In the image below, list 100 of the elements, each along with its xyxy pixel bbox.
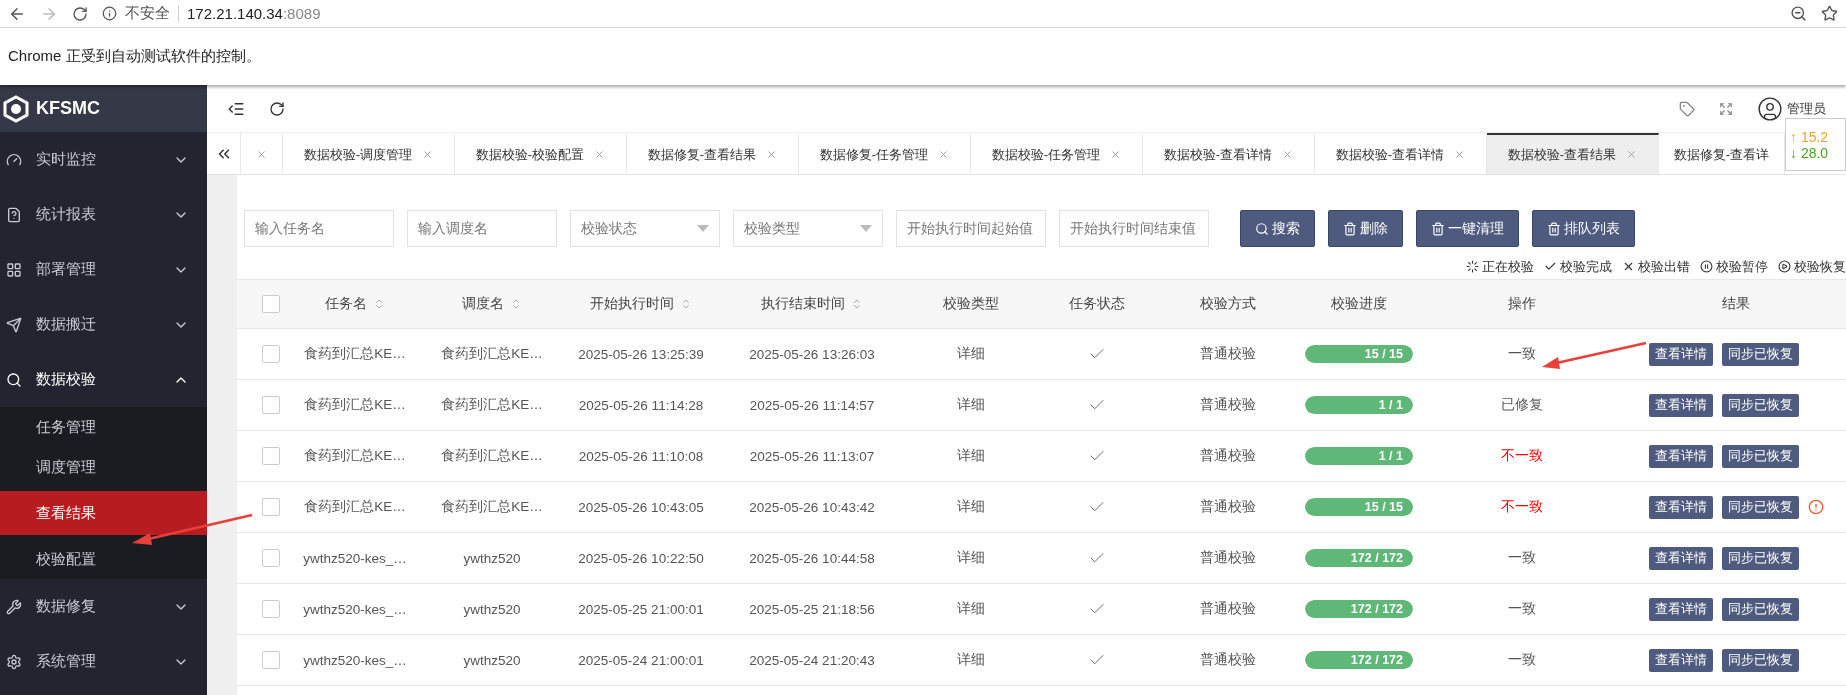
automation-notice: Chrome 正受到自动测试软件的控制。 [0,28,1846,85]
row-button[interactable]: 同步已恢复 [1721,495,1799,519]
info-icon[interactable] [1807,499,1824,515]
row-button[interactable]: 查看详情 [1648,444,1713,468]
sidebar-item[interactable]: 系统管理 [0,634,207,689]
checkbox[interactable] [261,396,280,414]
table-cell-text: 2025-05-24 21:20:43 [748,652,876,668]
input-field[interactable]: 开始执行时间结束值 [1059,210,1209,247]
close-icon[interactable] [1282,149,1294,160]
user-name[interactable]: 管理员 [1787,99,1826,118]
fullscreen-icon[interactable] [1719,101,1733,116]
table-cell-text: 普通校验 [1199,549,1257,567]
sidebar-item[interactable]: 数据校验 [0,352,207,407]
input-field[interactable]: 输入调度名 [407,210,557,247]
row-button[interactable]: 查看详情 [1648,597,1713,621]
checkbox[interactable] [261,295,280,313]
column-header: 校验方式 [1200,295,1256,313]
table-cell-text: ywthz520 [462,601,522,617]
sort-icon[interactable] [373,298,385,310]
table-cell-text: 普通校验 [1199,651,1257,669]
close-icon[interactable] [1454,149,1466,160]
close-icon[interactable] [766,149,778,160]
close-icon[interactable] [938,149,950,160]
close-icon[interactable] [1626,149,1638,160]
sort-icon[interactable] [510,298,522,310]
sidebar-item[interactable]: 实时监控 [0,132,207,187]
checkbox[interactable] [261,345,280,363]
reload-icon[interactable] [72,5,88,22]
table-cell-text: 详细 [956,447,986,465]
column-header: 任务状态 [1069,295,1125,313]
checkbox[interactable] [261,498,280,516]
close-icon[interactable] [256,149,267,160]
table-cell-text: 食药到汇总KE… [440,498,544,516]
sidebar-subitem[interactable]: 调度管理 [0,447,207,487]
row-button[interactable]: 查看详情 [1648,393,1713,417]
action-button[interactable]: 搜索 [1240,210,1315,247]
sidebar-item[interactable]: 数据修复 [0,579,207,634]
settings-icon [6,653,22,670]
action-button[interactable]: 一键清理 [1416,210,1519,247]
sidebar-subitem[interactable]: 任务管理 [0,407,207,447]
avatar-icon[interactable] [1757,95,1783,122]
column-header: 操作 [1508,295,1536,313]
input-field[interactable]: 开始执行时间起始值 [896,210,1046,247]
row-button[interactable]: 同步已恢复 [1721,342,1799,366]
table-cell-text: 2025-05-26 10:43:05 [577,499,705,515]
checkbox[interactable] [261,447,280,465]
progress-bar: 1 / 1 [1305,447,1413,465]
progress-bar: 172 / 172 [1305,651,1413,669]
select-field[interactable]: 校验类型 [733,210,883,247]
action-button[interactable]: 删除 [1328,210,1403,247]
column-header: 开始执行时间 [590,295,674,313]
table-cell-text: 2025-05-24 21:00:01 [577,652,705,668]
table-cell-text: ywthz520-kes_… [302,601,408,617]
row-button[interactable]: 同步已恢复 [1721,597,1799,621]
info-icon[interactable] [102,6,117,21]
star-icon[interactable] [1821,5,1838,22]
checkbox[interactable] [261,549,280,567]
close-icon[interactable] [594,149,606,160]
sidebar-subitem[interactable]: 校验配置 [0,539,207,579]
legend-label: 校验恢复 [1794,257,1846,276]
zoom-icon[interactable] [1790,5,1807,22]
checkbox[interactable] [261,600,280,618]
input-field[interactable]: 输入任务名 [244,210,394,247]
row-button[interactable]: 查看详情 [1648,546,1713,570]
check-icon [1544,260,1557,273]
legend-label: 校验暂停 [1716,257,1768,276]
row-button[interactable]: 查看详情 [1648,495,1713,519]
row-button[interactable]: 同步已恢复 [1721,444,1799,468]
action-button[interactable]: 排队列表 [1532,210,1635,247]
table-cell-text: 2025-05-26 11:13:07 [748,448,876,464]
sidebar-item[interactable]: 数据搬迁 [0,297,207,352]
play-icon [1778,260,1791,273]
table-cell-text: 普通校验 [1199,498,1257,516]
row-button[interactable]: 查看详情 [1648,342,1713,366]
pause-icon [1700,260,1713,273]
row-button[interactable]: 同步已恢复 [1721,648,1799,672]
table-cell-text: ywthz520 [462,550,522,566]
sort-icon[interactable] [680,298,692,310]
row-button[interactable]: 查看详情 [1648,648,1713,672]
close-icon[interactable] [1110,149,1122,160]
tab[interactable]: 数据校验-查看结果 [1487,133,1659,174]
sidebar-item[interactable]: 统计报表 [0,187,207,242]
tag-icon[interactable] [1679,100,1695,117]
logo-icon [2,94,30,123]
row-button[interactable]: 同步已恢复 [1721,546,1799,570]
sidebar-subitem[interactable]: 查看结果 [0,491,207,535]
row-button[interactable]: 同步已恢复 [1721,393,1799,417]
sidebar-item[interactable]: 部署管理 [0,242,207,297]
select-field[interactable]: 校验状态 [570,210,720,247]
url-text[interactable]: 172.21.140.34:8089 [178,5,321,22]
table-cell-text: 2025-05-26 13:26:03 [748,346,876,362]
table-cell-text: 详细 [956,600,986,618]
table-cell-text: 2025-05-26 10:44:58 [748,550,876,566]
refresh-icon[interactable] [269,100,285,117]
checkbox[interactable] [261,651,280,669]
spinner-icon [1466,260,1479,273]
sort-icon[interactable] [851,298,863,310]
progress-bar: 172 / 172 [1305,549,1413,567]
close-icon[interactable] [422,149,434,160]
table-cell-text: 2025-05-26 10:22:50 [577,550,705,566]
